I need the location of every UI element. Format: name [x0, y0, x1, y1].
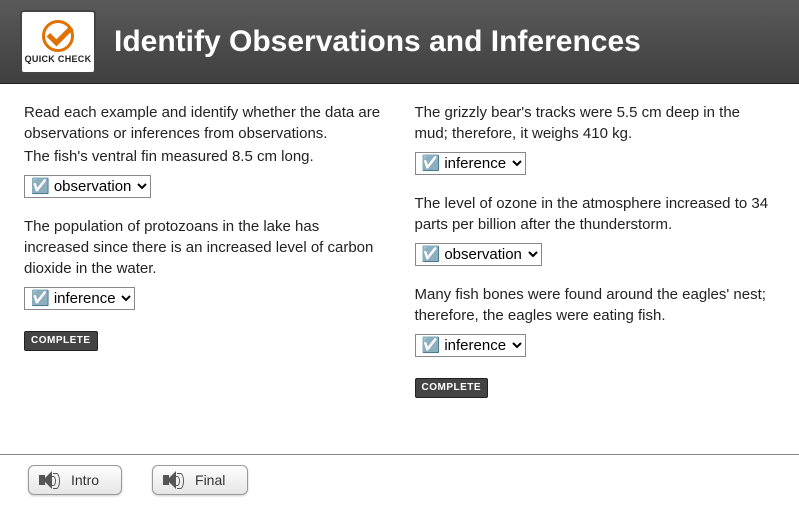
question-text: The level of ozone in the atmosphere inc…: [415, 193, 776, 235]
content: Read each example and identify whether t…: [0, 84, 799, 416]
question-text: The population of protozoans in the lake…: [24, 216, 385, 279]
right-column: The grizzly bear's tracks were 5.5 cm de…: [415, 102, 776, 398]
speaker-icon: [163, 471, 185, 489]
speaker-icon: [39, 471, 61, 489]
answer-select-left-2[interactable]: ☑️ inference: [24, 287, 135, 310]
checkmark-icon: [38, 20, 78, 52]
complete-badge: COMPLETE: [415, 378, 489, 398]
left-column: Read each example and identify whether t…: [24, 102, 385, 398]
answer-select-right-3[interactable]: ☑️ inference: [415, 334, 526, 357]
complete-badge: COMPLETE: [24, 331, 98, 351]
answer-select-right-1[interactable]: ☑️ inference: [415, 152, 526, 175]
answer-select-left-1[interactable]: ☑️ observation: [24, 175, 151, 198]
page-title: Identify Observations and Inferences: [114, 25, 641, 59]
header: QUICK CHECK Identify Observations and In…: [0, 0, 799, 84]
footer: Intro Final: [0, 454, 799, 505]
quick-check-logo: QUICK CHECK: [20, 10, 96, 74]
question-text: The grizzly bear's tracks were 5.5 cm de…: [415, 102, 776, 144]
final-audio-label: Final: [195, 472, 225, 488]
answer-select-right-2[interactable]: ☑️ observation: [415, 243, 542, 266]
question-text: Many fish bones were found around the ea…: [415, 284, 776, 326]
intro-audio-label: Intro: [71, 472, 99, 488]
question-text: The fish's ventral fin measured 8.5 cm l…: [24, 146, 385, 167]
final-audio-button[interactable]: Final: [152, 465, 248, 495]
logo-text: QUICK CHECK: [25, 54, 92, 64]
intro-audio-button[interactable]: Intro: [28, 465, 122, 495]
instructions-text: Read each example and identify whether t…: [24, 102, 385, 144]
